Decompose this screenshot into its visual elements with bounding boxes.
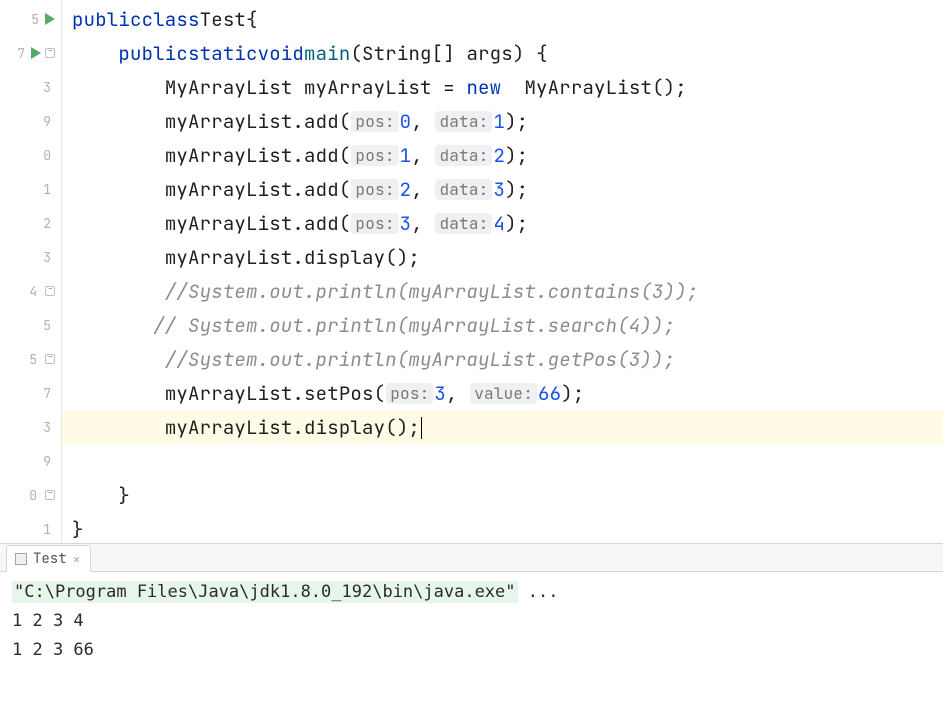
console-tab-bar: Test × [0, 544, 943, 572]
run-config-icon [15, 553, 27, 565]
param-hint: pos: [351, 213, 398, 234]
line-number: 0 [23, 487, 37, 504]
code-line[interactable] [62, 444, 943, 478]
console-tab-title: Test [33, 550, 67, 568]
console-panel: Test × "C:\Program Files\Java\jdk1.8.0_1… [0, 544, 943, 715]
param-hint: data: [435, 179, 492, 200]
close-icon[interactable]: × [73, 551, 81, 568]
fold-minus-icon[interactable] [45, 48, 55, 58]
line-number: 9 [37, 113, 51, 130]
code-line-current[interactable]: myArrayList.display(); [62, 410, 943, 444]
code-line[interactable]: myArrayList.add( pos: 1, data: 2); [62, 138, 943, 172]
run-icon[interactable] [45, 13, 55, 25]
run-icon[interactable] [31, 47, 41, 59]
param-hint: pos: [386, 383, 433, 404]
line-number: 3 [37, 419, 51, 436]
line-number: 7 [11, 45, 25, 62]
code-line[interactable]: } [62, 478, 943, 512]
code-line[interactable]: myArrayList.add( pos: 0, data: 1); [62, 104, 943, 138]
console-tab-test[interactable]: Test × [6, 545, 91, 572]
param-hint: pos: [351, 179, 398, 200]
line-number: 3 [37, 249, 51, 266]
line-number: 3 [37, 79, 51, 96]
code-line[interactable]: //System.out.println(myArrayList.getPos(… [62, 342, 943, 376]
code-line[interactable]: public class Test { [62, 2, 943, 36]
param-hint: pos: [351, 145, 398, 166]
console-output[interactable]: "C:\Program Files\Java\jdk1.8.0_192\bin\… [0, 572, 943, 715]
line-number: 0 [37, 147, 51, 164]
gutter: 5 7 3 9 0 1 2 3 4 5 5 7 3 9 0 1 [0, 0, 62, 543]
code-line[interactable]: MyArrayList myArrayList = new MyArrayLis… [62, 70, 943, 104]
code-line[interactable]: public static void main(String[] args) { [62, 36, 943, 70]
code-line[interactable]: myArrayList.display(); [62, 240, 943, 274]
code-line[interactable]: myArrayList.setPos( pos: 3, value: 66); [62, 376, 943, 410]
line-number: 5 [23, 351, 37, 368]
param-hint: value: [470, 383, 537, 404]
code-line[interactable]: myArrayList.add( pos: 2, data: 3); [62, 172, 943, 206]
fold-minus-icon[interactable] [45, 490, 55, 500]
gutter-row[interactable]: 7 [0, 36, 61, 70]
gutter-row[interactable]: 5 [0, 2, 61, 36]
fold-minus-icon[interactable] [45, 286, 55, 296]
console-output-line: 1 2 3 66 [12, 636, 931, 665]
code-line[interactable]: myArrayList.add( pos: 3, data: 4); [62, 206, 943, 240]
code-editor[interactable]: public class Test { public static void m… [62, 0, 943, 543]
fold-minus-icon[interactable] [45, 354, 55, 364]
line-number: 9 [37, 453, 51, 470]
text-caret [420, 415, 422, 440]
line-number: 1 [37, 521, 51, 538]
param-hint: data: [435, 213, 492, 234]
console-output-line: 1 2 3 4 [12, 607, 931, 636]
line-number: 5 [25, 11, 39, 28]
code-line[interactable]: } [62, 512, 943, 543]
line-number: 7 [37, 385, 51, 402]
code-line[interactable]: //System.out.println(myArrayList.contain… [62, 274, 943, 308]
param-hint: data: [435, 111, 492, 132]
line-number: 1 [37, 181, 51, 198]
editor-area: 5 7 3 9 0 1 2 3 4 5 5 7 3 9 0 1 public c… [0, 0, 943, 544]
line-number: 2 [37, 215, 51, 232]
line-number: 5 [37, 317, 51, 334]
param-hint: pos: [351, 111, 398, 132]
param-hint: data: [435, 145, 492, 166]
console-command-line: "C:\Program Files\Java\jdk1.8.0_192\bin\… [12, 578, 931, 607]
line-number: 4 [23, 283, 37, 300]
code-line[interactable]: // System.out.println(myArrayList.search… [62, 308, 943, 342]
